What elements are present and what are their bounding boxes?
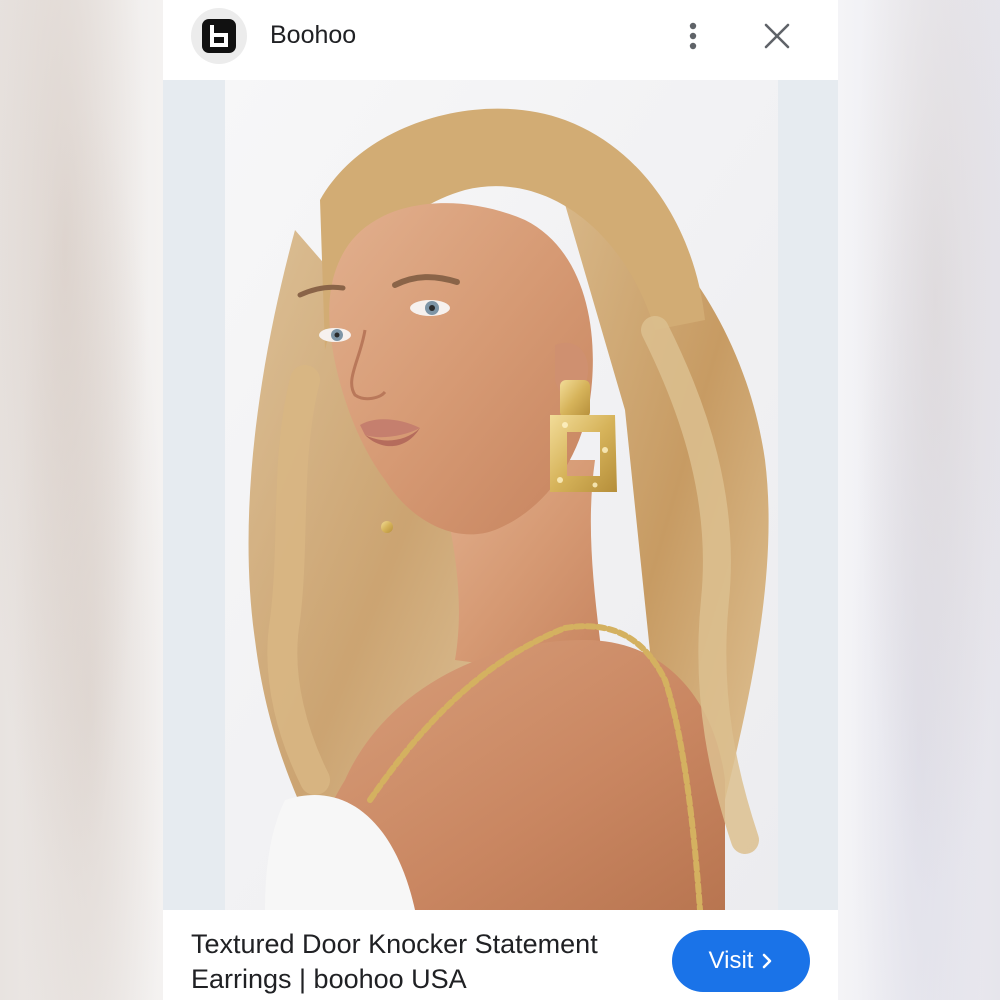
product-photo[interactable] bbox=[225, 80, 778, 910]
chevron-right-icon bbox=[763, 953, 772, 969]
preview-header: Boohoo bbox=[163, 0, 838, 80]
backdrop-right bbox=[838, 0, 1000, 1000]
close-icon bbox=[764, 23, 790, 49]
more-vert-icon bbox=[689, 22, 697, 50]
visit-button[interactable]: Visit bbox=[672, 930, 810, 992]
more-options-button[interactable] bbox=[679, 14, 707, 58]
image-viewer[interactable] bbox=[163, 80, 838, 910]
visit-label: Visit bbox=[708, 947, 754, 974]
site-name[interactable]: Boohoo bbox=[270, 20, 356, 50]
image-preview-sheet: Boohoo Textured Door Knocker Statement E… bbox=[163, 0, 838, 1000]
backdrop-left bbox=[0, 0, 163, 1000]
product-title[interactable]: Textured Door Knocker Statement Earrings… bbox=[191, 927, 661, 997]
site-logo[interactable] bbox=[191, 8, 247, 64]
close-button[interactable] bbox=[755, 14, 799, 58]
preview-footer: Textured Door Knocker Statement Earrings… bbox=[163, 910, 838, 1000]
boohoo-logo-icon bbox=[202, 19, 236, 53]
